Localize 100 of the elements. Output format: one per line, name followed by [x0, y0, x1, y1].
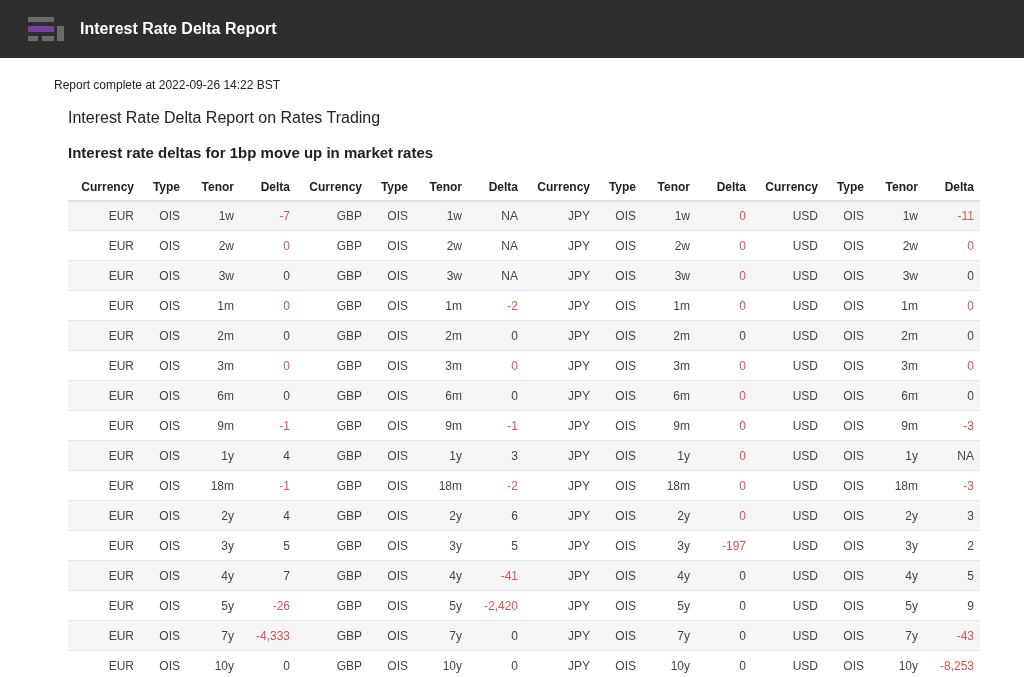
currency-cell: GBP: [336, 508, 362, 523]
tenor-cell: 18m: [894, 478, 918, 493]
currency-cell: USD: [792, 238, 818, 253]
delta-cell: 0: [739, 658, 746, 673]
tenor-cell: 2w: [218, 238, 234, 253]
type-cell: OIS: [159, 508, 180, 523]
column-header: Tenor: [201, 180, 234, 194]
tenor-cell: 1y: [905, 448, 918, 463]
tenor-cell: 3m: [673, 358, 690, 373]
tenor-cell: 1m: [445, 298, 462, 313]
currency-cell: USD: [792, 208, 818, 223]
tenor-cell: 3m: [445, 358, 462, 373]
currency-cell: JPY: [568, 658, 590, 673]
currency-cell: USD: [792, 568, 818, 583]
tenor-cell: 4y: [677, 568, 690, 583]
delta-cell: -11: [957, 208, 974, 223]
delta-cell: 0: [739, 478, 746, 493]
delta-cell: 0: [283, 358, 290, 373]
currency-cell: JPY: [568, 238, 590, 253]
currency-cell: JPY: [568, 478, 590, 493]
delta-cell: 0: [511, 628, 518, 643]
currency-cell: JPY: [568, 448, 590, 463]
tenor-cell: 2w: [902, 238, 918, 253]
currency-cell: GBP: [336, 448, 362, 463]
tenor-cell: 2y: [221, 508, 234, 523]
delta-cell: 0: [739, 388, 746, 403]
delta-cell: -3: [963, 478, 974, 493]
type-cell: OIS: [843, 208, 864, 223]
delta-cell: 4: [283, 448, 290, 463]
currency-cell: EUR: [108, 448, 134, 463]
type-cell: OIS: [843, 568, 864, 583]
type-cell: OIS: [615, 628, 636, 643]
currency-cell: EUR: [108, 658, 134, 673]
type-cell: OIS: [615, 538, 636, 553]
currency-cell: GBP: [336, 658, 362, 673]
currency-cell: GBP: [336, 388, 362, 403]
tenor-cell: 10y: [214, 658, 234, 673]
column-header: Currency: [537, 180, 590, 194]
column-header: Delta: [716, 180, 746, 194]
currency-cell: GBP: [336, 418, 362, 433]
table-caption: Interest rate deltas for 1bp move up in market rates: [68, 143, 435, 163]
tenor-cell: 3w: [902, 268, 918, 283]
tenor-cell: 5y: [677, 598, 690, 613]
delta-cell: 0: [283, 298, 290, 313]
currency-cell: EUR: [108, 628, 134, 643]
delta-cell: NA: [501, 238, 518, 253]
currency-cell: EUR: [108, 478, 134, 493]
currency-cell: EUR: [108, 568, 134, 583]
delta-cell: 0: [967, 388, 974, 403]
currency-cell: EUR: [108, 268, 134, 283]
delta-cell: -1: [279, 418, 290, 433]
delta-cell: 3: [511, 448, 518, 463]
delta-cell: 0: [283, 268, 290, 283]
type-cell: OIS: [159, 328, 180, 343]
delta-cell: 0: [739, 598, 746, 613]
delta-cell: 0: [511, 388, 518, 403]
currency-cell: USD: [792, 328, 818, 343]
type-cell: OIS: [843, 508, 864, 523]
delta-cell: 0: [511, 358, 518, 373]
delta-cell: NA: [957, 448, 974, 463]
column-header: Tenor: [885, 180, 918, 194]
type-cell: OIS: [387, 568, 408, 583]
delta-cell: -197: [721, 538, 746, 553]
currency-cell: JPY: [568, 328, 590, 343]
type-cell: OIS: [387, 658, 408, 673]
delta-cell: -1: [507, 418, 518, 433]
column-header: Type: [380, 180, 408, 194]
currency-cell: EUR: [108, 598, 134, 613]
tenor-cell: 2m: [673, 328, 690, 343]
delta-cell: -26: [272, 598, 290, 613]
delta-cell: 0: [739, 628, 746, 643]
type-cell: OIS: [615, 328, 636, 343]
column-header: Currency: [81, 180, 134, 194]
type-cell: OIS: [387, 418, 408, 433]
currency-cell: USD: [792, 478, 818, 493]
currency-cell: GBP: [336, 358, 362, 373]
tenor-cell: 3w: [446, 268, 462, 283]
tenor-cell: 1w: [446, 208, 462, 223]
currency-cell: GBP: [336, 478, 362, 493]
tenor-cell: 10y: [670, 658, 690, 673]
tenor-cell: 3y: [449, 538, 462, 553]
delta-cell: 6: [511, 508, 518, 523]
tenor-cell: 1y: [677, 448, 690, 463]
delta-cell: 7: [283, 568, 290, 583]
type-cell: OIS: [387, 478, 408, 493]
tenor-cell: 9m: [445, 418, 462, 433]
tenor-cell: 1y: [449, 448, 462, 463]
delta-cell: 0: [739, 448, 746, 463]
delta-cell: -2: [507, 478, 518, 493]
tenor-cell: 6m: [445, 388, 462, 403]
delta-cell: 9: [967, 598, 974, 613]
tenor-cell: 2y: [677, 508, 690, 523]
type-cell: OIS: [159, 568, 180, 583]
currency-cell: JPY: [568, 568, 590, 583]
delta-cell: -43: [956, 628, 974, 643]
currency-cell: JPY: [568, 388, 590, 403]
currency-cell: USD: [792, 388, 818, 403]
delta-cell: 0: [739, 328, 746, 343]
currency-cell: EUR: [108, 238, 134, 253]
delta-cell: -2,420: [483, 598, 518, 613]
